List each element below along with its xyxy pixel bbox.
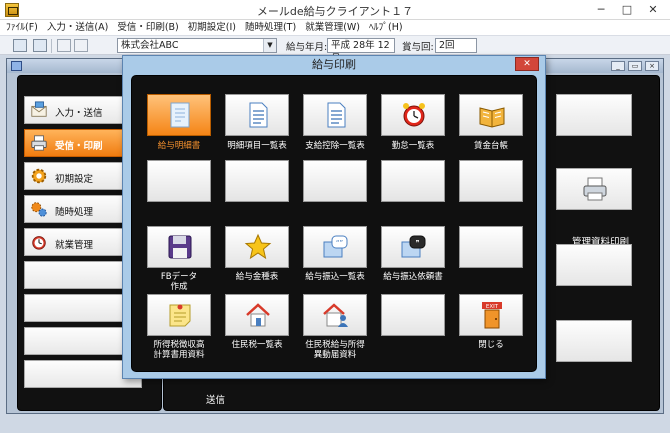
menu-ad-hoc[interactable]: 随時処理(T) [245, 20, 296, 35]
menu-work-management[interactable]: 就業管理(W) [305, 20, 360, 35]
key-alt-icon[interactable] [74, 39, 88, 52]
tile-empty[interactable] [459, 160, 523, 202]
window-list-icon[interactable] [13, 39, 27, 52]
ledger-book-icon [479, 107, 505, 128]
tile-empty[interactable] [147, 160, 211, 202]
tile-empty[interactable] [303, 160, 367, 202]
sticky-note-icon [169, 304, 191, 327]
tile-item-list[interactable] [225, 94, 289, 136]
tile-transfer-request[interactable]: ❞ [381, 226, 445, 268]
tile-income-tax-calc[interactable] [147, 294, 211, 336]
tile-empty[interactable] [381, 160, 445, 202]
main-empty-button[interactable] [556, 94, 632, 136]
gears-icon [31, 202, 47, 217]
nav-label: 受信・印刷 [55, 141, 103, 152]
bonus-field[interactable]: 2回 [435, 38, 477, 53]
menu-file[interactable]: ﾌｧｲﾙ(F) [6, 20, 38, 35]
tile-resident-tax-change[interactable] [303, 294, 367, 336]
menu-receive-print[interactable]: 受信・印刷(B) [117, 20, 178, 35]
main-empty-button[interactable] [556, 320, 632, 362]
svg-text:“”: “” [336, 239, 343, 247]
menu-input-send[interactable]: 入力・送信(A) [47, 20, 108, 35]
tile-fb-data[interactable] [147, 226, 211, 268]
cascade-icon[interactable] [33, 39, 47, 52]
gear-icon [31, 168, 47, 184]
document-list-icon [249, 102, 268, 128]
title-bar: メールde給与クライアント１７ ─ □ ✕ [0, 0, 670, 20]
envelope-icon [31, 101, 47, 117]
alarm-clock-icon [403, 103, 425, 127]
floppy-disk-icon [168, 235, 192, 259]
exit-door-icon: EXIT [482, 302, 502, 329]
main-empty-button[interactable] [556, 244, 632, 286]
house-icon [246, 303, 270, 327]
tile-label: 給与振込一覧表 [305, 272, 365, 282]
printer-icon [583, 177, 607, 201]
child-minimize-button[interactable]: _ [611, 61, 625, 71]
tile-label: 賃金台帳 [473, 141, 508, 151]
key-icon[interactable] [57, 39, 71, 52]
bonus-label: 賞与回: [402, 42, 434, 53]
tile-label: 住民税一覧表 [231, 340, 283, 350]
payslip-icon [170, 102, 190, 128]
tile-label: 支給控除一覧表 [305, 141, 365, 151]
tile-empty[interactable] [225, 160, 289, 202]
clock-icon [32, 236, 46, 250]
svg-text:EXIT: EXIT [486, 304, 499, 310]
toolbar-separator [51, 39, 52, 53]
nav-label: 就業管理 [55, 240, 94, 251]
nav-label: 初期設定 [55, 174, 94, 185]
tile-payslip[interactable] [147, 94, 211, 136]
tile-empty[interactable] [381, 294, 445, 336]
dialog-tile-grid: 給与明細書 明細項目一覧表 支給控除一覧表 勤怠一覧表 賃金台帳 FBデータ 作… [131, 75, 537, 372]
dialog-close-button[interactable]: ✕ [515, 57, 539, 71]
company-select-value: 株式会社ABC [121, 40, 179, 51]
child-restore-button[interactable]: ▭ [628, 61, 642, 71]
transfer-list-icon: “” [323, 235, 348, 258]
window-title: メールde給与クライアント１７ [256, 5, 414, 18]
company-select[interactable]: 株式会社ABC ▼ [117, 38, 277, 53]
tile-resident-tax-list[interactable] [225, 294, 289, 336]
menu-bar: ﾌｧｲﾙ(F) 入力・送信(A) 受信・印刷(B) 初期設定(I) 随時処理(T… [0, 20, 670, 35]
salary-print-dialog: 給与印刷 ✕ 給与明細書 明細項目一覧表 支給控除一覧表 勤怠一覧表 賃金台帳 … [122, 55, 546, 379]
transfer-request-icon: ❞ [401, 235, 426, 258]
tile-wage-ledger[interactable] [459, 94, 523, 136]
svg-text:❞: ❞ [416, 239, 420, 247]
tile-label: 所得税徴収高 計算書用資料 [153, 340, 205, 360]
chevron-down-icon[interactable]: ▼ [263, 39, 276, 52]
tile-label: 給与明細書 [157, 141, 201, 151]
send-label: 送信 [206, 395, 226, 406]
menu-initial-settings[interactable]: 初期設定(I) [188, 20, 236, 35]
tile-label: 明細項目一覧表 [227, 141, 287, 151]
management-print-button[interactable] [556, 168, 632, 210]
tile-empty[interactable] [459, 226, 523, 268]
tile-payment-deduction-list[interactable] [303, 94, 367, 136]
menu-help[interactable]: ﾍﾙﾌﾟ(H) [369, 20, 403, 35]
tile-attendance-list[interactable] [381, 94, 445, 136]
child-window-icon [11, 61, 22, 71]
printer-icon [31, 135, 47, 151]
tile-label: 勤怠一覧表 [391, 141, 435, 151]
tile-close[interactable]: EXIT [459, 294, 523, 336]
close-button[interactable]: ✕ [640, 1, 666, 18]
tile-label: 住民税給与所得 異動届資料 [305, 340, 365, 360]
house-person-icon [323, 303, 348, 327]
tile-transfer-list[interactable]: “” [303, 226, 367, 268]
tile-label: 閉じる [478, 340, 504, 350]
maximize-button[interactable]: □ [614, 1, 640, 18]
nav-label: 随時処理 [55, 207, 94, 218]
pay-month-field[interactable]: 平成 28年 12月 [327, 38, 395, 64]
tile-denomination[interactable] [225, 226, 289, 268]
toolbar: 株式会社ABC ▼ 給与年月: 平成 28年 12月 賞与回: 2回 [0, 35, 670, 64]
tile-label: FBデータ 作成 [160, 272, 198, 292]
dialog-title: 給与印刷 [312, 58, 356, 71]
nav-label: 入力・送信 [55, 108, 103, 119]
child-close-button[interactable]: × [645, 61, 659, 71]
document-list-icon [327, 102, 346, 128]
star-icon [244, 233, 272, 260]
pay-month-label: 給与年月: [286, 42, 328, 53]
tile-label: 給与金種表 [235, 272, 279, 282]
tile-label: 給与振込依頼書 [383, 272, 443, 282]
minimize-button[interactable]: ─ [588, 1, 614, 18]
